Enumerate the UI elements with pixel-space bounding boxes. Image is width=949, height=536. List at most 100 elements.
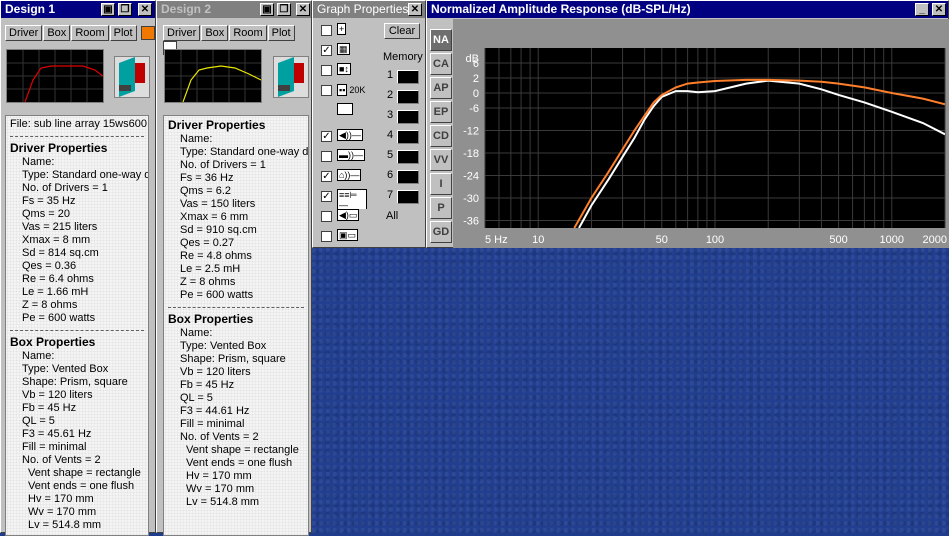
box-property-line: Vb = 120 liters	[180, 366, 251, 378]
graph-option-checkbox[interactable]	[321, 151, 332, 162]
graph-option-checkbox[interactable]: ✓	[321, 45, 332, 56]
graph-option-checkbox[interactable]	[321, 211, 332, 222]
box-property-line: QL = 5	[180, 392, 213, 404]
box-property-line: Name:	[180, 327, 213, 339]
memory-all-label[interactable]: All	[386, 210, 398, 222]
design2-close-button[interactable]: ✕	[296, 3, 310, 16]
amplitude-chart[interactable]: 620-6-12-18-24-30-36dB5 Hz 10 50 100 500 1000…	[453, 19, 949, 248]
plot-tab-gd[interactable]: GD	[430, 221, 452, 243]
graph-option-checkbox[interactable]: ✓	[321, 131, 332, 142]
x-tick-label: 5 Hz	[485, 234, 508, 246]
box-property-line: F3 = 45.61 Hz	[22, 428, 92, 440]
memory-slot-button[interactable]	[397, 170, 419, 184]
design1-box-lines: Name: Type: Vented Box Shape: Prism, squar…	[10, 350, 148, 467]
export-icon[interactable]	[337, 103, 367, 117]
design1-tabs: Driver Box Room Plot	[5, 25, 155, 41]
amplitude-close-button[interactable]: ✕	[932, 3, 946, 16]
graph-properties-window: Graph Properties ✕ + ✓ ▦ ■↕ ▪▪ 20K ✓ ◀))— ▬))— ✓ ⌂…	[312, 0, 426, 248]
design2-tab-box[interactable]: Box	[201, 25, 229, 41]
memory-slot-button[interactable]	[397, 110, 419, 124]
memory-slot-button[interactable]	[397, 70, 419, 84]
plot-tab-ap[interactable]: AP	[430, 77, 452, 99]
driver-property-line: Type: Standard one-way d	[22, 169, 149, 181]
memory-slot-button[interactable]	[397, 150, 419, 164]
design1-box-icon[interactable]	[114, 56, 150, 98]
crosshair-icon: +	[337, 23, 367, 37]
driver-property-line: Xmax = 6 mm	[180, 211, 249, 223]
separator	[10, 330, 144, 331]
driver-property-line: No. of Drivers = 1	[22, 182, 108, 194]
separator	[168, 307, 304, 308]
plot-tab-ep[interactable]: EP	[430, 101, 452, 123]
memory-slot-button[interactable]	[397, 130, 419, 144]
y-axis-label: dB	[466, 53, 479, 65]
graph-option-checkbox[interactable]: ✓	[321, 191, 332, 202]
design2-tab-room[interactable]: Room	[229, 25, 267, 41]
graph-option-checkbox[interactable]	[321, 25, 332, 36]
design1-copy-button[interactable]: ❐	[118, 3, 132, 16]
design1-mini-plot[interactable]	[6, 49, 104, 103]
box-property-line: Vb = 120 liters	[22, 389, 93, 401]
driver-property-line: Vas = 215 liters	[22, 221, 98, 233]
design2-tab-driver[interactable]: Driver	[163, 25, 201, 41]
design2-titlebar[interactable]: Design 2 ▣ ❐ ✕	[157, 1, 311, 18]
x-tick-label: 2000	[923, 234, 947, 246]
design1-driver-lines: Name: Type: Standard one-way d No. of Driv…	[10, 156, 148, 325]
plot-tab-na[interactable]: NA	[430, 29, 452, 51]
plot-tab-p[interactable]: P	[430, 197, 452, 219]
design2-copy-button[interactable]: ❐	[277, 3, 291, 16]
design1-color-swatch[interactable]	[140, 26, 155, 41]
driver-property-line: Fs = 35 Hz	[22, 195, 76, 207]
graph-properties-close-button[interactable]: ✕	[408, 3, 422, 16]
design2-title: Design 2	[161, 2, 212, 16]
memory-label: Memory	[383, 51, 423, 63]
design1-tab-driver[interactable]: Driver	[5, 25, 43, 41]
amplitude-titlebar[interactable]: Normalized Amplitude Response (dB-SPL/Hz…	[427, 1, 948, 18]
graph-option-checkbox[interactable]: ✓	[321, 171, 332, 182]
graph-option-checkbox[interactable]	[321, 85, 332, 96]
design1-titlebar[interactable]: Design 1 ▣ ❐ ✕	[1, 1, 155, 18]
driver-property-line: Qms = 20	[22, 208, 70, 220]
driver-property-line: Z = 8 ohms	[22, 299, 78, 311]
x-tick-label: 100	[706, 234, 724, 246]
design2-tab-plot[interactable]: Plot	[267, 25, 295, 41]
plot-tab-cd[interactable]: CD	[430, 125, 452, 147]
clear-button[interactable]: Clear	[384, 23, 420, 39]
design1-close-button[interactable]: ✕	[138, 3, 152, 16]
design2-mini-plot[interactable]	[164, 49, 262, 103]
speaker-plot-icon: ◀)▭	[337, 209, 367, 223]
design2-window: Design 2 ▣ ❐ ✕ Driver Box Room Plot Driver …	[156, 0, 312, 536]
design1-tab-room[interactable]: Room	[71, 25, 109, 41]
amplitude-minimize-button[interactable]: _	[915, 3, 929, 16]
driver-property-line: Z = 8 ohms	[180, 276, 236, 288]
x-tick-label: 500	[829, 234, 847, 246]
box-property-line: QL = 5	[22, 415, 55, 427]
plot-tab-vv[interactable]: VV	[430, 149, 452, 171]
y-tick-label: -12	[463, 126, 479, 138]
design1-print-button[interactable]: ▣	[101, 3, 115, 16]
memory-slot-button[interactable]	[397, 90, 419, 104]
plot-tab-ca[interactable]: CA	[430, 53, 452, 75]
vent-property-line: Vent shape = rectangle	[28, 467, 141, 479]
mini-grid	[165, 50, 261, 102]
box-property-line: Shape: Prism, square	[22, 376, 128, 388]
plot-tab-i[interactable]: I	[430, 173, 452, 195]
design1-file-label: File: sub line array 15ws600.bt	[10, 118, 149, 130]
y-tick-label: -6	[469, 103, 479, 115]
memory-slot-number: 1	[387, 69, 394, 81]
design1-tab-plot[interactable]: Plot	[109, 25, 137, 41]
driver-property-line: Xmax = 8 mm	[22, 234, 91, 246]
design2-print-button[interactable]: ▣	[260, 3, 274, 16]
graph-properties-titlebar[interactable]: Graph Properties ✕	[313, 1, 425, 18]
filter-sound-icon: ≡≡⊨—	[337, 189, 367, 211]
graph-option-checkbox[interactable]	[321, 231, 332, 242]
vent-property-line: Vent ends = one flush	[28, 480, 135, 492]
design2-box-icon[interactable]	[273, 56, 309, 98]
grid-icon: ▦	[337, 43, 367, 57]
amplitude-title: Normalized Amplitude Response (dB-SPL/Hz…	[431, 2, 691, 16]
memory-slot-button[interactable]	[397, 190, 419, 204]
box-property-line: Fill = minimal	[22, 441, 87, 453]
driver-property-line: Re = 4.8 ohms	[180, 250, 252, 262]
graph-option-checkbox[interactable]	[321, 65, 332, 76]
design1-tab-box[interactable]: Box	[43, 25, 71, 41]
